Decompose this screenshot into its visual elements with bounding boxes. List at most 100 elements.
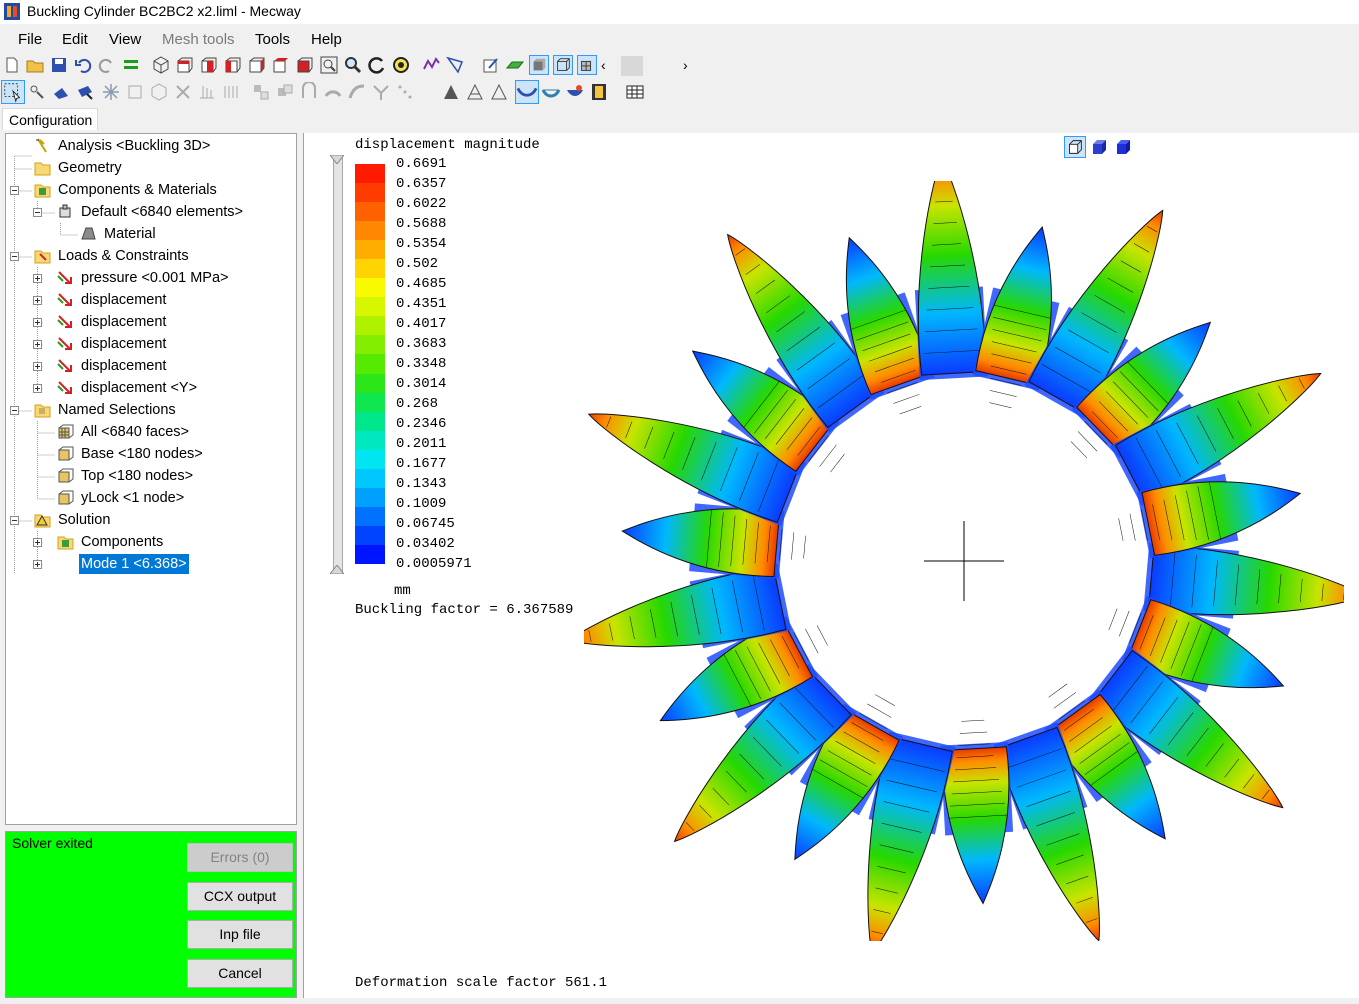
view-cube-shaded-icon[interactable] <box>1088 136 1110 158</box>
element-select-icon[interactable] <box>51 82 71 102</box>
revolve-icon[interactable] <box>221 82 241 102</box>
legend-value: 0.03402 <box>396 536 455 552</box>
menu-view[interactable]: View <box>109 31 141 48</box>
select-icon[interactable] <box>1 80 25 104</box>
move-icon[interactable] <box>251 82 271 102</box>
copy-icon[interactable] <box>275 82 295 102</box>
mode1-expand-icon[interactable] <box>33 560 42 569</box>
tab-configuration[interactable]: Configuration <box>2 108 98 130</box>
view-front-icon[interactable] <box>175 55 195 75</box>
deformed-shape-icon[interactable] <box>515 80 539 104</box>
mesh-icon[interactable] <box>445 55 465 75</box>
errors-button[interactable]: Errors (0) <box>187 843 293 872</box>
graphics-viewport[interactable]: displacement magnitude 0.6691 0.6357 0.602… <box>303 133 1359 998</box>
displacement-3-expand-icon[interactable] <box>33 340 42 349</box>
equals-icon[interactable] <box>121 55 141 75</box>
tree-label-loads-constraints: Loads & Constraints <box>58 248 189 264</box>
extrude-icon[interactable] <box>197 82 217 102</box>
box-icon[interactable] <box>125 82 145 102</box>
delete-icon[interactable] <box>173 82 193 102</box>
split-icon[interactable] <box>347 82 367 102</box>
zoom-window-icon[interactable] <box>319 55 339 75</box>
wireframe-icon[interactable] <box>553 55 573 75</box>
view-left-icon[interactable] <box>223 55 243 75</box>
undo-icon[interactable] <box>73 55 93 75</box>
view-cube-perspective-icon[interactable] <box>1064 136 1086 158</box>
point-icon[interactable] <box>101 82 121 102</box>
animate-icon[interactable] <box>565 82 585 102</box>
ccx-output-button[interactable]: CCX output <box>187 882 293 911</box>
legend-slider-top-handle[interactable] <box>328 151 346 165</box>
table-icon[interactable] <box>625 82 645 102</box>
pan-icon[interactable] <box>391 55 411 75</box>
view-bottom-icon[interactable] <box>295 55 315 75</box>
displacement-1-expand-icon[interactable] <box>33 296 42 305</box>
displacement-4-expand-icon[interactable] <box>33 362 42 371</box>
menu-file[interactable]: File <box>18 31 42 48</box>
menu-edit[interactable]: Edit <box>62 31 88 48</box>
new-file-icon[interactable] <box>2 55 22 75</box>
solution-collapse-icon[interactable] <box>10 516 19 525</box>
pressure-expand-icon[interactable] <box>33 274 42 283</box>
triangle-outline-icon-2[interactable] <box>489 82 509 102</box>
default-collapse-icon[interactable] <box>33 208 42 217</box>
legend-value: 0.268 <box>396 396 439 412</box>
bend-icon[interactable] <box>323 82 343 102</box>
save-icon[interactable] <box>49 55 69 75</box>
view-cube-solid-icon[interactable] <box>1112 136 1134 158</box>
cancel-button[interactable]: Cancel <box>187 959 293 988</box>
redo-icon[interactable] <box>97 55 117 75</box>
legend-color-step <box>355 373 385 394</box>
displacement-y-expand-icon[interactable] <box>33 384 42 393</box>
legend-color-step <box>355 392 385 413</box>
legend-value: 0.4685 <box>396 276 447 292</box>
tree-label-mode1: Mode 1 <6.368> <box>78 553 190 575</box>
legend-value: 0.1677 <box>396 456 447 472</box>
surface-icon[interactable] <box>505 55 525 75</box>
tree-label-named-selections: Named Selections <box>58 402 176 418</box>
toolbar-scroll-left-icon[interactable]: ‹ <box>601 57 615 75</box>
merge-icon[interactable] <box>371 82 391 102</box>
legend-value: 0.3014 <box>396 376 447 392</box>
solve-icon[interactable] <box>421 55 441 75</box>
components-collapse-icon[interactable] <box>10 186 19 195</box>
face-select-icon[interactable] <box>75 82 95 102</box>
inp-file-button[interactable]: Inp file <box>187 920 293 949</box>
tree-label-displacement-3: displacement <box>81 336 167 352</box>
undeformed-shape-icon[interactable] <box>541 82 561 102</box>
rotate-icon[interactable] <box>367 55 387 75</box>
zoom-icon[interactable] <box>343 55 363 75</box>
menu-tools[interactable]: Tools <box>255 31 290 48</box>
triangle-icon[interactable] <box>441 82 461 102</box>
triangle-outline-icon[interactable] <box>465 82 485 102</box>
node-select-icon[interactable] <box>27 82 47 102</box>
menu-help[interactable]: Help <box>311 31 342 48</box>
film-icon[interactable] <box>589 82 609 102</box>
view-right-icon[interactable] <box>247 55 267 75</box>
shaded-icon[interactable] <box>529 55 549 75</box>
buckling-factor-text: Buckling factor = 6.367589 <box>355 602 574 618</box>
legend-slider-track[interactable] <box>333 158 343 572</box>
edit-icon[interactable] <box>481 55 501 75</box>
toolbar-scroll-right-icon[interactable]: › <box>683 57 697 75</box>
open-folder-icon[interactable] <box>25 55 45 75</box>
solution-components-expand-icon[interactable] <box>33 538 42 547</box>
view-iso-icon[interactable] <box>151 55 171 75</box>
mirror-icon[interactable] <box>299 82 319 102</box>
view-top-icon[interactable] <box>271 55 291 75</box>
solver-status-text: Solver exited <box>12 835 93 851</box>
loads-collapse-icon[interactable] <box>10 252 19 261</box>
tree-label-geometry: Geometry <box>58 160 122 176</box>
legend-value: 0.6357 <box>396 176 447 192</box>
view-back-icon[interactable] <box>199 55 219 75</box>
menu-mesh-tools[interactable]: Mesh tools <box>162 31 235 48</box>
mesh-edges-icon[interactable] <box>577 55 597 75</box>
legend-slider-bottom-handle[interactable] <box>328 561 346 575</box>
cube-icon[interactable] <box>149 82 169 102</box>
legend-color-step <box>355 430 385 451</box>
scale-icon[interactable] <box>395 82 415 102</box>
selection-set-icon <box>58 468 74 483</box>
named-selections-collapse-icon[interactable] <box>10 406 19 415</box>
tree-label-displacement-4: displacement <box>81 358 167 374</box>
displacement-2-expand-icon[interactable] <box>33 318 42 327</box>
